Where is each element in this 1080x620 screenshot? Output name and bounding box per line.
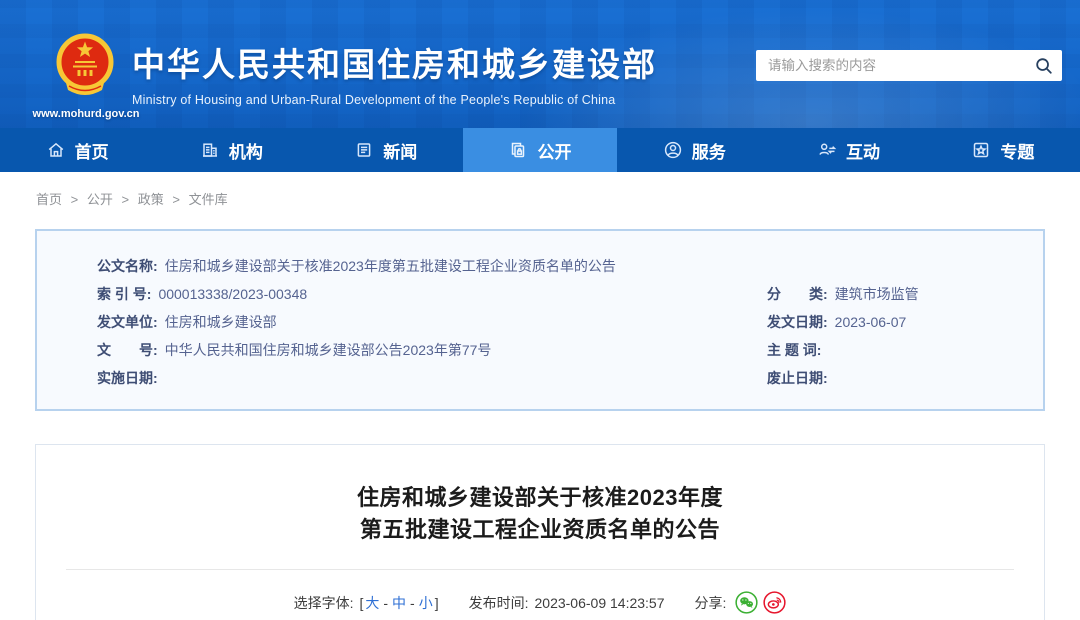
- service-person-icon: [663, 140, 683, 160]
- document-meta-box: 公文名称: 住房和城乡建设部关于核准2023年度第五批建设工程企业资质名单的公告…: [35, 229, 1045, 411]
- font-size-large-link[interactable]: 大: [365, 593, 379, 613]
- font-size-small-link[interactable]: 小: [419, 593, 433, 613]
- share-row: 分享:: [695, 591, 787, 614]
- breadcrumb-link-policy[interactable]: 政策: [138, 192, 164, 207]
- doc-no-value: 中华人民共和国住房和城乡建设部公告2023年第77号: [164, 342, 492, 358]
- meta-row: 文 号: 中华人民共和国住房和城乡建设部公告2023年第77号 主 题 词:: [97, 336, 1043, 364]
- article-title-line2: 第五批建设工程企业资质名单的公告: [359, 517, 720, 542]
- news-icon: [354, 140, 374, 160]
- interaction-icon: [817, 140, 837, 160]
- wechat-share-icon[interactable]: [735, 591, 759, 614]
- nav-item-service[interactable]: 服务: [617, 128, 771, 172]
- nav-item-disclosure[interactable]: 公开: [462, 128, 618, 172]
- issuer-value: 住房和城乡建设部: [164, 314, 277, 330]
- meta-row-doc-name: 公文名称: 住房和城乡建设部关于核准2023年度第五批建设工程企业资质名单的公告: [97, 252, 1043, 280]
- breadcrumb-link-library[interactable]: 文件库: [189, 192, 228, 207]
- doc-name-label: 公文名称:: [97, 258, 158, 274]
- font-option-separator: -: [383, 594, 389, 611]
- impl-date-label: 实施日期:: [97, 370, 158, 386]
- building-icon: [200, 140, 220, 160]
- nav-item-interaction[interactable]: 互动: [771, 128, 925, 172]
- article-title: 住房和城乡建设部关于核准2023年度 第五批建设工程企业资质名单的公告: [36, 482, 1044, 546]
- article-box: 住房和城乡建设部关于核准2023年度 第五批建设工程企业资质名单的公告 选择字体…: [35, 444, 1045, 620]
- article-title-line1: 住房和城乡建设部关于核准2023年度: [357, 485, 723, 510]
- index-no-label: 索 引 号:: [97, 286, 152, 302]
- issue-date-label: 发文日期:: [767, 314, 828, 330]
- breadcrumb-separator: >: [172, 192, 180, 207]
- nav-item-label: 新闻: [383, 142, 418, 162]
- font-size-medium-link[interactable]: 中: [392, 593, 406, 613]
- search-icon: [1036, 57, 1052, 74]
- issuer-label: 发文单位:: [97, 314, 158, 330]
- publish-time-value: 2023-06-09 14:23:57: [534, 594, 665, 611]
- breadcrumb: 首页 > 公开 > 政策 > 文件库: [0, 172, 1080, 208]
- nav-item-label: 首页: [74, 142, 109, 162]
- breadcrumb-separator: >: [70, 192, 79, 207]
- title-divider: [66, 569, 1014, 570]
- nav-item-news[interactable]: 新闻: [309, 128, 463, 172]
- national-emblem-icon: [56, 33, 114, 95]
- main-nav: 首页 机构 新闻 公开 服务 互动 专题: [0, 128, 1080, 172]
- site-url: www.mohurd.gov.cn: [32, 108, 140, 120]
- nav-item-topics[interactable]: 专题: [926, 128, 1080, 172]
- weibo-share-icon[interactable]: [763, 591, 787, 614]
- index-no-value: 000013338/2023-00348: [158, 286, 308, 302]
- share-label: 分享:: [694, 594, 727, 611]
- nav-item-label: 专题: [1000, 142, 1035, 162]
- publish-time-label: 发布时间:: [468, 594, 529, 611]
- category-label: 分 类:: [767, 286, 828, 302]
- nav-item-label: 互动: [846, 142, 881, 162]
- disclosure-icon: [508, 140, 528, 160]
- breadcrumb-link-disclosure[interactable]: 公开: [87, 192, 113, 207]
- doc-no-label: 文 号:: [97, 342, 158, 358]
- site-subtitle: Ministry of Housing and Urban-Rural Deve…: [132, 93, 616, 107]
- article-meta-row: 选择字体: [ 大 - 中 - 小 ] 发布时间: 2023-06-09 14:…: [36, 591, 1044, 614]
- site-header: www.mohurd.gov.cn 中华人民共和国住房和城乡建设部 Minist…: [0, 0, 1080, 128]
- nav-item-label: 服务: [691, 142, 726, 162]
- font-option-separator: -: [410, 594, 415, 611]
- issue-date-value: 2023-06-07: [834, 314, 907, 330]
- publish-time: 发布时间: 2023-06-09 14:23:57: [469, 593, 665, 613]
- bracket-close: ]: [434, 594, 439, 611]
- search-box: [756, 50, 1062, 81]
- meta-row: 索 引 号: 000013338/2023-00348 分 类: 建筑市场监管: [97, 280, 1043, 308]
- site-logo[interactable]: www.mohurd.gov.cn 中华人民共和国住房和城乡建设部 Minist…: [30, 30, 657, 120]
- nav-item-org[interactable]: 机构: [154, 128, 308, 172]
- category-value: 建筑市场监管: [834, 286, 919, 302]
- font-selector-label: 选择字体:: [293, 594, 354, 611]
- star-topics-icon: [971, 140, 991, 160]
- nav-item-label: 公开: [537, 142, 572, 162]
- breadcrumb-separator: >: [121, 192, 130, 207]
- nav-item-label: 机构: [228, 142, 263, 162]
- subject-label: 主 题 词:: [767, 342, 822, 358]
- font-size-selector: 选择字体: [ 大 - 中 - 小 ]: [294, 593, 439, 613]
- doc-name-value: 住房和城乡建设部关于核准2023年度第五批建设工程企业资质名单的公告: [164, 258, 616, 274]
- breadcrumb-link-home[interactable]: 首页: [36, 192, 62, 207]
- meta-row: 实施日期: 废止日期:: [97, 364, 1043, 392]
- page: www.mohurd.gov.cn 中华人民共和国住房和城乡建设部 Minist…: [0, 0, 1080, 620]
- search-input[interactable]: [756, 58, 1026, 73]
- home-icon: [46, 140, 66, 160]
- bracket-open: [: [359, 594, 364, 611]
- nav-item-home[interactable]: 首页: [0, 128, 154, 172]
- search-button[interactable]: [1026, 50, 1062, 81]
- repeal-date-label: 废止日期:: [767, 370, 828, 386]
- meta-row: 发文单位: 住房和城乡建设部 发文日期: 2023-06-07: [97, 308, 1043, 336]
- site-title: 中华人民共和国住房和城乡建设部: [132, 46, 657, 83]
